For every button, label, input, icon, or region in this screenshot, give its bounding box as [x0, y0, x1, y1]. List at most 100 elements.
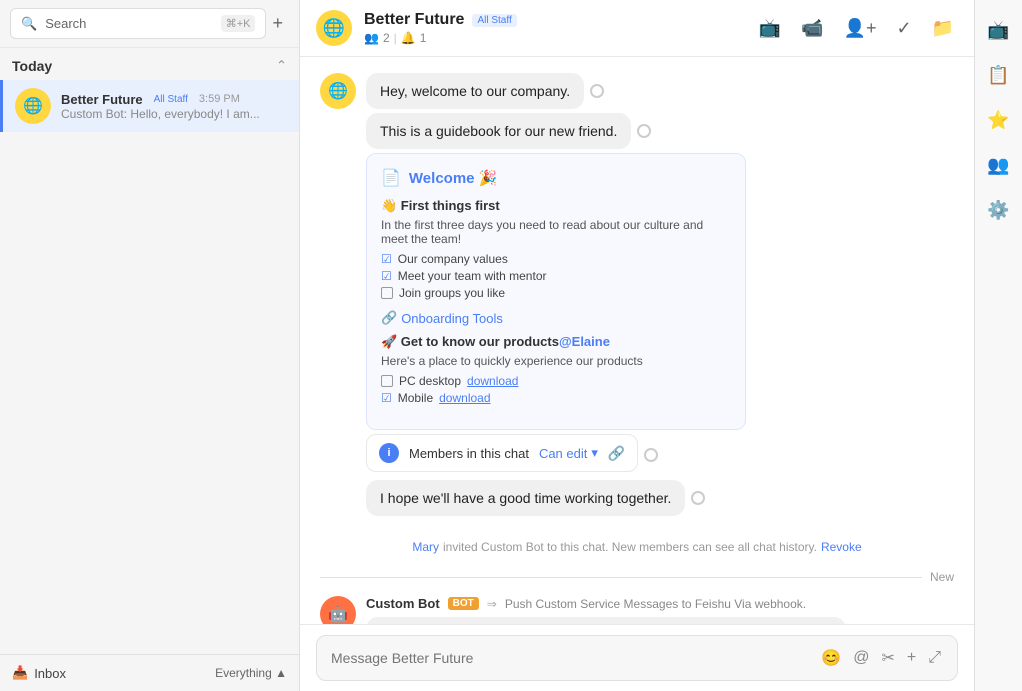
meta-divider: | [394, 31, 397, 45]
doc-section-1: 👋 First things first In the first three … [381, 198, 731, 300]
members-icon: 👥 [364, 31, 379, 45]
messages-column: Hey, welcome to our company. This is a g… [366, 73, 954, 520]
members-bar: i Members in this chat Can edit ▾ 🔗 [366, 434, 638, 472]
add-button[interactable]: + [905, 647, 918, 669]
can-edit-chevron-icon: ▾ [591, 445, 598, 461]
scissors-button[interactable]: ✂ [879, 646, 896, 670]
mobile-download-link[interactable]: download [439, 391, 490, 405]
right-star-button[interactable]: ⭐ [979, 102, 1017, 139]
revoke-link[interactable]: Revoke [821, 540, 862, 554]
right-list-button[interactable]: 📋 [979, 57, 1017, 94]
doc-item-5: ☑ Mobile download [381, 391, 731, 405]
message-radio-3[interactable] [691, 491, 705, 505]
search-icon: 🔍 [21, 16, 37, 32]
members-bar-row: i Members in this chat Can edit ▾ 🔗 [366, 434, 954, 476]
input-box: 😊 @ ✂ + ⤢ [316, 635, 958, 681]
right-group-button[interactable]: 👥 [979, 147, 1017, 184]
collapse-section-button[interactable]: ⌃ [276, 58, 287, 74]
archive-button[interactable]: 📁 [928, 14, 958, 43]
bot-name: Custom Bot [366, 596, 440, 611]
messages-container: 🌐 Hey, welcome to our company. This is a… [300, 57, 974, 624]
sidebar-search-area: 🔍 Search ⌘+K + [0, 0, 299, 48]
sender-avatar: 🌐 [320, 73, 356, 109]
right-sidebar: 📺 📋 ⭐ 👥 ⚙️ [974, 0, 1022, 691]
doc-item-text-2: Meet your team with mentor [398, 269, 547, 283]
message-text-1: Hey, welcome to our company. [380, 83, 570, 99]
doc-card: 📄 Welcome 🎉 👋 First things first In the … [366, 153, 746, 430]
chat-time: 3:59 PM [199, 93, 240, 105]
right-screen-share-button[interactable]: 📺 [979, 12, 1017, 49]
members-info-icon: i [379, 443, 399, 463]
checkbox-checked-icon: ☑ [381, 252, 392, 266]
chat-preview: Custom Bot: Hello, everybody! I am... [61, 107, 287, 121]
search-text: Search [45, 16, 213, 31]
doc-item-text-3: Join groups you like [399, 286, 505, 300]
checkbox-empty-icon-2 [381, 375, 393, 387]
section-today-header: Today ⌃ [0, 48, 299, 80]
message-input[interactable] [331, 650, 809, 666]
doc-item-text-4: PC desktop [399, 374, 461, 388]
header-title: Better Future [364, 11, 464, 29]
input-area: 😊 @ ✂ + ⤢ [300, 624, 974, 691]
doc-section-subtitle-2: Here's a place to quickly experience our… [381, 354, 731, 368]
chat-item-better-future[interactable]: 🌐 Better Future All Staff 3:59 PM Custom… [0, 80, 299, 132]
everything-arrow-icon: ▲ [275, 666, 287, 680]
reminder-count: 1 [420, 31, 427, 45]
inbox-button[interactable]: 📥 Inbox [12, 665, 66, 681]
link-icon: 🔗 [381, 310, 397, 326]
new-messages-divider: New [320, 566, 954, 592]
header-avatar: 🌐 [316, 10, 352, 46]
message-text-3: I hope we'll have a good time working to… [380, 490, 671, 506]
bubble-row-1: Hey, welcome to our company. [366, 73, 954, 109]
bubble-row-3: I hope we'll have a good time working to… [366, 480, 954, 516]
doc-item-4: PC desktop download [381, 374, 731, 388]
search-shortcut: ⌘+K [221, 15, 256, 32]
right-settings-button[interactable]: ⚙️ [979, 192, 1017, 229]
chat-name: Better Future [61, 92, 143, 107]
pc-download-link[interactable]: download [467, 374, 518, 388]
header-actions: 📺 📹 👤+ ✓ 📁 [755, 14, 958, 43]
message-group-1: 🌐 Hey, welcome to our company. This is a… [320, 73, 954, 520]
check-button[interactable]: ✓ [892, 14, 915, 43]
message-group-bot: 🤖 Custom Bot BOT ⇒ Push Custom Service M… [320, 596, 954, 624]
system-msg-user-link[interactable]: Mary [412, 540, 439, 554]
everything-label: Everything [215, 666, 272, 680]
checkbox-checked-icon-2: ☑ [381, 269, 392, 283]
doc-title: Welcome 🎉 [409, 169, 497, 187]
section-today-title: Today [12, 58, 52, 74]
can-edit-label: Can edit [539, 446, 587, 461]
system-message: Mary invited Custom Bot to this chat. Ne… [320, 532, 954, 562]
message-radio-2[interactable] [637, 124, 651, 138]
doc-section-title-2: 🚀 Get to know our products@Elaine [381, 334, 731, 350]
mention-button[interactable]: @ [851, 647, 871, 669]
header-info: Better Future All Staff 👥 2 | 🔔 1 [364, 11, 743, 45]
screen-share-button[interactable]: 📺 [755, 14, 785, 43]
copy-link-icon[interactable]: 🔗 [608, 445, 625, 462]
expand-button[interactable]: ⤢ [926, 647, 943, 669]
message-radio-1[interactable] [590, 84, 604, 98]
doc-icon: 📄 [381, 168, 401, 188]
chat-tag: All Staff [149, 93, 193, 106]
add-member-button[interactable]: 👤+ [840, 14, 881, 43]
bot-messages-column: Custom Bot BOT ⇒ Push Custom Service Mes… [366, 596, 954, 624]
bot-message-bubble: Hello, everybody! I am a bot and my name… [366, 617, 846, 624]
link-text: Onboarding Tools [401, 311, 503, 326]
doc-item-2: ☑ Meet your team with mentor [381, 269, 731, 283]
search-bar[interactable]: 🔍 Search ⌘+K [10, 8, 266, 39]
sidebar-footer: 📥 Inbox Everything ▲ [0, 654, 299, 691]
message-bubble-1: Hey, welcome to our company. [366, 73, 584, 109]
everything-button[interactable]: Everything ▲ [215, 666, 287, 680]
doc-item-text-5: Mobile [398, 391, 433, 405]
video-call-button[interactable]: 📹 [797, 14, 827, 43]
chat-info: Better Future All Staff 3:59 PM Custom B… [61, 92, 287, 121]
reminder-icon: 🔔 [401, 31, 416, 45]
new-chat-button[interactable]: + [266, 11, 289, 36]
onboarding-tools-link[interactable]: 🔗 Onboarding Tools [381, 310, 731, 326]
can-edit-button[interactable]: Can edit ▾ [539, 445, 598, 461]
new-label: New [930, 570, 954, 584]
doc-item-3: Join groups you like [381, 286, 731, 300]
bubble-row-2: This is a guidebook for our new friend. [366, 113, 954, 149]
inbox-label: Inbox [34, 666, 66, 681]
members-bar-radio[interactable] [644, 448, 658, 462]
emoji-button[interactable]: 😊 [819, 646, 843, 670]
